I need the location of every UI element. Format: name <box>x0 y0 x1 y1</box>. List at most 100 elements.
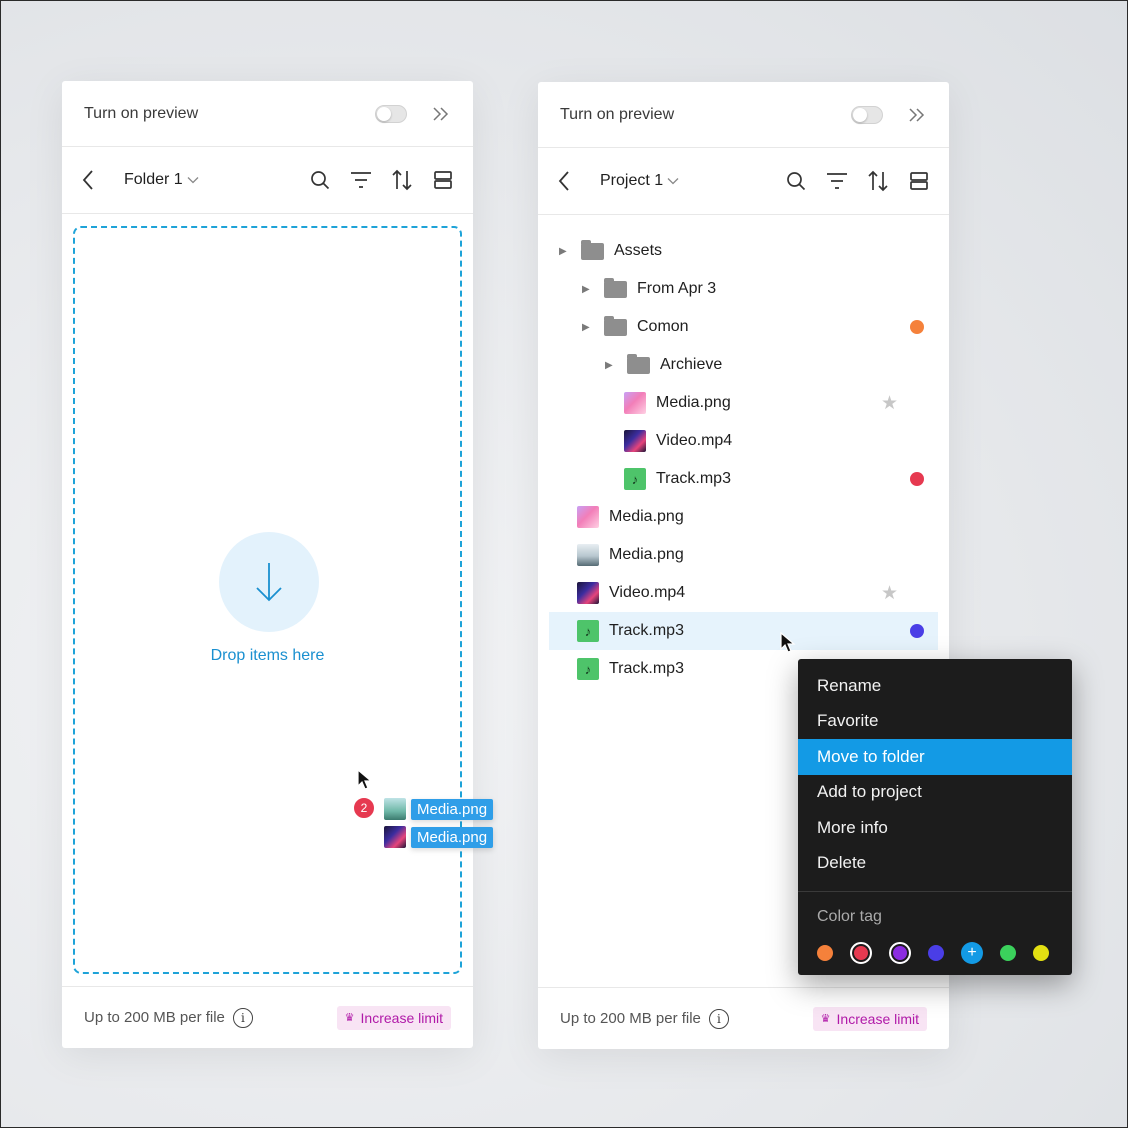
tree-row-file[interactable]: Media.png <box>549 536 938 574</box>
drag-item-label: Media.png <box>411 826 494 848</box>
menu-item-rename[interactable]: Rename <box>798 668 1072 704</box>
search-icon[interactable] <box>784 169 808 193</box>
color-tag-dot <box>910 320 924 334</box>
drag-item-label: Media.png <box>411 798 494 820</box>
nav-bar: Project 1 <box>538 148 949 215</box>
folder-icon <box>627 353 650 374</box>
swatch-green[interactable] <box>1000 945 1016 961</box>
folder-selector[interactable]: Folder 1 <box>124 171 308 189</box>
sort-icon[interactable] <box>390 168 414 192</box>
tree-row-folder[interactable]: ▶ Archieve <box>549 346 938 384</box>
upload-panel: Turn on preview Folder 1 Drop items here… <box>62 81 473 1048</box>
panel-footer: Up to 200 MB per file i ♛ Increase limit <box>538 987 949 1049</box>
drag-item: Media.png <box>384 798 494 820</box>
info-icon[interactable]: i <box>708 1008 729 1029</box>
tree-row-file[interactable]: Video.mp4 <box>549 422 938 460</box>
expand-caret-icon[interactable]: ▶ <box>582 322 594 333</box>
increase-limit-button[interactable]: ♛ Increase limit <box>336 1005 451 1030</box>
swatch-yellow[interactable] <box>1033 945 1049 961</box>
increase-limit-label: Increase limit <box>836 1010 919 1027</box>
music-note-icon: ♪ <box>624 468 646 490</box>
tree-row-file[interactable]: Media.png <box>549 498 938 536</box>
tree-row-folder[interactable]: ▶ Assets <box>549 232 938 270</box>
preview-bar: Turn on preview <box>62 81 473 147</box>
music-note-icon: ♪ <box>577 658 599 680</box>
tree-row-file[interactable]: Media.png ★ <box>549 384 938 422</box>
context-menu: Rename Favorite Move to folder Add to pr… <box>798 659 1072 975</box>
image-thumbnail <box>384 826 406 848</box>
menu-item-favorite[interactable]: Favorite <box>798 704 1072 740</box>
crown-icon: ♛ <box>820 1013 831 1025</box>
music-note-icon: ♪ <box>577 620 599 642</box>
image-thumbnail <box>577 506 599 528</box>
back-icon[interactable] <box>82 168 102 192</box>
tree-row-label: Archieve <box>660 356 723 373</box>
tree-row-label: Track.mp3 <box>656 470 731 487</box>
preview-label: Turn on preview <box>560 105 675 123</box>
cursor-icon <box>357 769 373 790</box>
expand-caret-icon[interactable]: ▶ <box>582 284 594 295</box>
folder-icon <box>604 315 627 336</box>
tree-row-folder[interactable]: ▶ From Apr 3 <box>549 270 938 308</box>
view-toggle-icon[interactable] <box>431 168 455 192</box>
size-limit-text: Up to 200 MB per file <box>560 1010 701 1027</box>
color-tag-dot <box>910 472 924 486</box>
video-thumbnail <box>577 582 599 604</box>
tree-row-label: Track.mp3 <box>609 660 684 677</box>
tree-row-label: Comon <box>637 318 689 335</box>
image-thumbnail <box>384 798 406 820</box>
star-icon[interactable]: ★ <box>881 582 898 605</box>
drop-zone[interactable]: Drop items here <box>73 226 462 974</box>
swatch-purple[interactable] <box>889 942 911 964</box>
swatch-orange[interactable] <box>817 945 833 961</box>
menu-item-add-to-project[interactable]: Add to project <box>798 775 1072 811</box>
menu-item-more-info[interactable]: More info <box>798 810 1072 846</box>
color-tag-dot <box>910 624 924 638</box>
download-arrow-icon <box>219 532 319 632</box>
swatch-indigo[interactable] <box>928 945 944 961</box>
info-icon[interactable]: i <box>232 1007 253 1028</box>
tree-row-label: Assets <box>614 242 663 259</box>
project-selector[interactable]: Project 1 <box>600 172 784 190</box>
preview-label: Turn on preview <box>84 104 199 122</box>
project-name: Project 1 <box>600 172 664 189</box>
video-thumbnail <box>624 430 646 452</box>
menu-item-move-to-folder[interactable]: Move to folder <box>798 739 1072 775</box>
size-limit-text: Up to 200 MB per file <box>84 1009 225 1026</box>
preview-toggle[interactable] <box>375 104 407 123</box>
expand-caret-icon[interactable]: ▶ <box>559 246 571 257</box>
preview-bar: Turn on preview <box>538 82 949 148</box>
star-icon[interactable]: ★ <box>881 392 898 415</box>
tree-row-file-selected[interactable]: ♪ Track.mp3 <box>549 612 938 650</box>
expand-caret-icon[interactable]: ▶ <box>605 360 617 371</box>
filter-icon[interactable] <box>825 169 849 193</box>
collapse-panel-icon[interactable] <box>907 105 927 125</box>
add-color-icon[interactable]: + <box>961 942 983 964</box>
crown-icon: ♛ <box>344 1012 355 1024</box>
view-toggle-icon[interactable] <box>907 169 931 193</box>
drag-item: Media.png <box>384 826 494 848</box>
tree-row-label: Video.mp4 <box>656 432 733 449</box>
swatch-red[interactable] <box>850 942 872 964</box>
folder-name: Folder 1 <box>124 171 183 188</box>
increase-limit-button[interactable]: ♛ Increase limit <box>812 1006 927 1031</box>
tree-row-file[interactable]: Video.mp4 ★ <box>549 574 938 612</box>
back-icon[interactable] <box>558 169 578 193</box>
menu-item-delete[interactable]: Delete <box>798 846 1072 882</box>
search-icon[interactable] <box>308 168 332 192</box>
folder-icon <box>581 239 604 260</box>
panel-footer: Up to 200 MB per file i ♛ Increase limit <box>62 986 473 1048</box>
sort-icon[interactable] <box>866 169 890 193</box>
chevron-down-icon <box>667 178 679 185</box>
tree-row-file[interactable]: ♪ Track.mp3 <box>549 460 938 498</box>
image-thumbnail <box>577 544 599 566</box>
tree-row-folder[interactable]: ▶ Comon <box>549 308 938 346</box>
tree-row-label: Video.mp4 <box>609 584 686 601</box>
cursor-icon <box>780 632 796 653</box>
collapse-panel-icon[interactable] <box>431 104 451 124</box>
filter-icon[interactable] <box>349 168 373 192</box>
preview-toggle[interactable] <box>851 105 883 124</box>
color-tag-label: Color tag <box>817 908 882 925</box>
image-thumbnail <box>624 392 646 414</box>
drop-hint: Drop items here <box>210 647 325 664</box>
